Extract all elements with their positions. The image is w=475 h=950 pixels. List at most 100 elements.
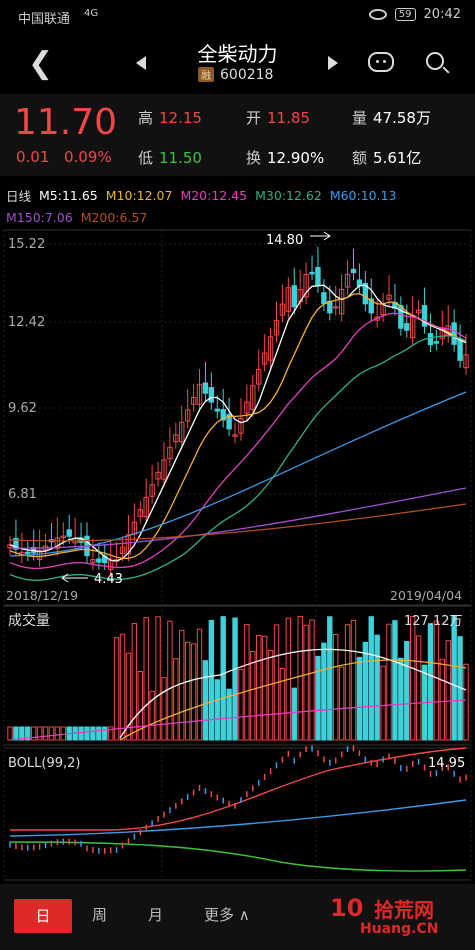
volume-bar	[167, 620, 173, 741]
candle-body	[125, 534, 132, 555]
search-icon[interactable]	[426, 52, 444, 70]
candle-body	[386, 294, 392, 300]
volume-bar	[350, 619, 357, 741]
open-label: 开	[246, 109, 262, 127]
chart-grid	[3, 229, 472, 881]
volume-ma-short	[119, 648, 467, 739]
quote-panel: 11.70 0.01 0.09% 高 12.15 开 11.85 量 47.58万 低…	[0, 94, 475, 176]
volume-bar	[256, 635, 262, 741]
tab-week[interactable]: 周	[92, 904, 107, 925]
candle-body	[208, 387, 215, 403]
volume-bar	[137, 671, 143, 741]
volume-bar	[155, 616, 161, 741]
volume-bar	[321, 642, 327, 741]
volume-bar	[297, 616, 303, 741]
candle-body	[149, 484, 155, 497]
volume-bar	[42, 726, 49, 741]
price-change: 0.01	[16, 148, 50, 166]
volume-bar	[421, 664, 428, 741]
volume-bar	[119, 633, 126, 741]
period-label: 日线	[6, 188, 32, 204]
candle-body	[107, 560, 114, 570]
date-end-label: 2019/04/04	[390, 588, 462, 603]
candle-body	[356, 279, 363, 287]
turnover-field: 换 12.90%	[246, 147, 324, 168]
candle-body	[421, 305, 428, 327]
eye-icon	[368, 9, 387, 20]
next-stock-icon[interactable]	[328, 56, 338, 70]
candle-body	[30, 546, 37, 554]
margin-badge: 融	[198, 67, 214, 82]
candle-body	[42, 545, 49, 551]
candle-body	[119, 546, 126, 555]
volume-bar	[273, 624, 280, 741]
candle-body	[72, 538, 78, 544]
low-field: 低 11.50	[138, 147, 202, 168]
candle-body	[350, 268, 357, 274]
volume-bar	[344, 624, 351, 741]
current-price: 11.70	[14, 102, 118, 143]
volume-bar	[427, 623, 434, 741]
candle-body	[415, 309, 422, 314]
boll-value: 14.95	[428, 756, 465, 771]
candle-body	[113, 559, 120, 562]
battery-icon: 59	[394, 8, 416, 21]
ma20-label: M20:12.45	[180, 187, 248, 203]
candle-body	[457, 339, 463, 361]
volume-label: 量	[352, 109, 368, 127]
candle-body	[410, 315, 416, 339]
watermark-en: Huang.CN	[360, 921, 439, 937]
candle-body	[303, 273, 309, 298]
candle-body	[102, 555, 108, 564]
volume-bar	[30, 726, 37, 741]
candle-body	[244, 401, 250, 414]
volume-bar	[368, 616, 374, 741]
volume-bar	[179, 629, 185, 741]
volume-bar	[48, 726, 55, 741]
candle-body	[315, 266, 321, 287]
signal-icon: 4G	[84, 8, 99, 19]
volume-bar	[125, 652, 132, 741]
volume-bar	[66, 726, 72, 741]
tab-month[interactable]: 月	[148, 904, 163, 925]
volume-bar	[250, 650, 256, 741]
ma200-line	[9, 503, 467, 542]
price-axis-label: 9.62	[8, 401, 37, 416]
candle-body	[261, 352, 268, 365]
ma150-label: M150:7.06	[6, 209, 73, 225]
candle-body	[190, 396, 197, 405]
volume-bar	[161, 677, 167, 741]
volume-bar	[303, 624, 309, 741]
high-label: 高	[138, 109, 154, 127]
tab-day[interactable]: 日	[14, 899, 72, 933]
volume-bar	[463, 663, 469, 741]
candle-body	[333, 306, 339, 309]
candle-body	[238, 417, 244, 434]
volume-bar	[102, 726, 108, 741]
candle-body	[84, 535, 90, 557]
chart-labels: 15.22 12.42 9.62 6.81 14.80 4.43 2018/12/19 201…	[6, 231, 465, 771]
candle-body	[226, 413, 232, 430]
volume-bar	[392, 620, 398, 741]
volume-field: 量 47.58万	[352, 107, 431, 128]
candle-body	[60, 535, 66, 539]
candle-body	[380, 303, 386, 316]
volume-bar	[84, 726, 90, 741]
robot-icon[interactable]	[368, 52, 394, 72]
candle-body	[220, 409, 226, 421]
volume-bar	[238, 668, 244, 741]
candle-body	[137, 509, 143, 517]
volume-bar	[309, 619, 315, 741]
stock-code: 融 600218	[198, 67, 273, 83]
candle-body	[291, 285, 297, 308]
candle-body	[327, 300, 333, 314]
low-value: 11.50	[159, 149, 202, 167]
tab-more[interactable]: 更多 ∧	[204, 904, 250, 925]
candle-body	[131, 521, 138, 535]
volume-ma-long	[9, 699, 467, 741]
low-marker-arrow	[61, 573, 88, 583]
candle-body	[321, 292, 327, 304]
candle-body	[48, 539, 55, 543]
candle-body	[96, 558, 102, 563]
candle-body	[90, 559, 96, 563]
